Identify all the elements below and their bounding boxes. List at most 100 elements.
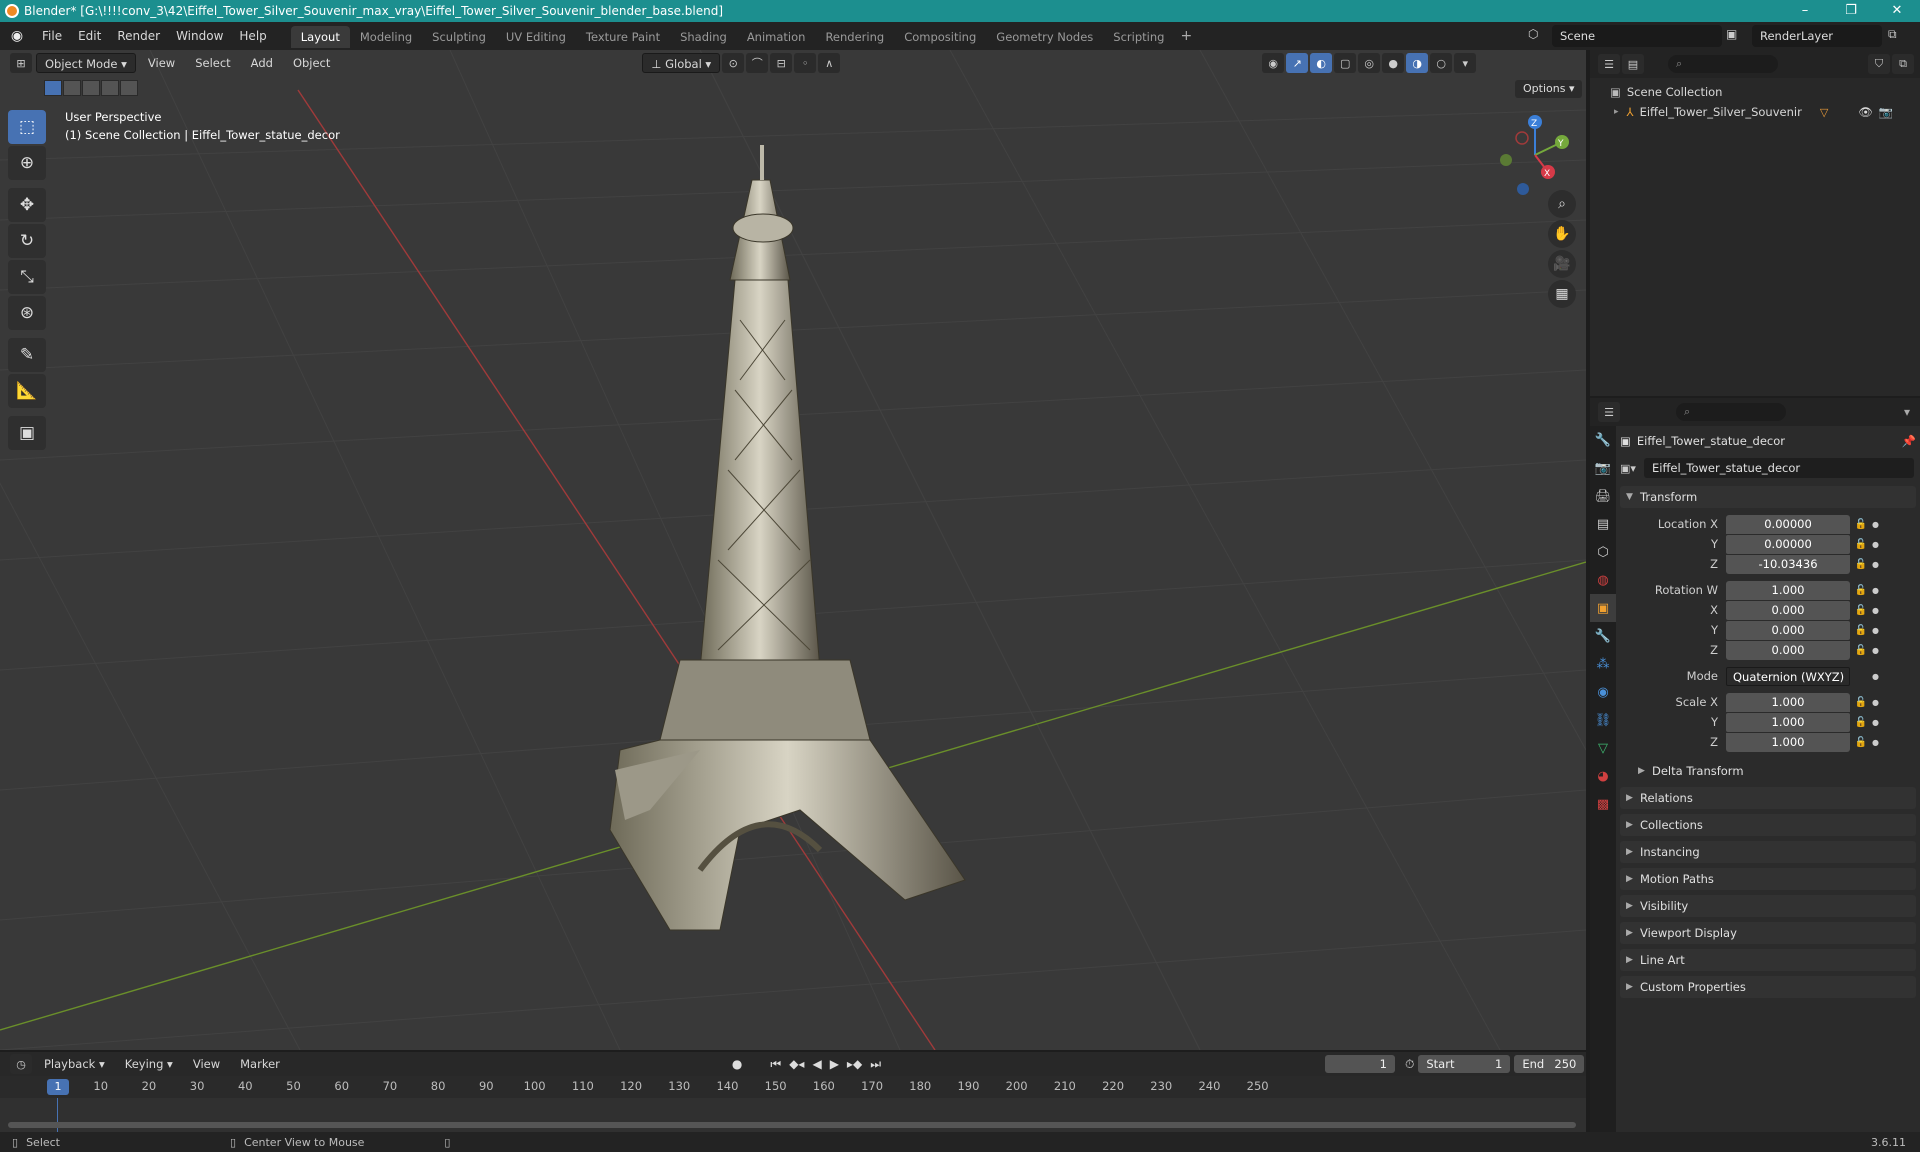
section-visibility[interactable]: ▶ Visibility	[1620, 895, 1916, 917]
menu-file[interactable]: File	[34, 22, 70, 50]
keyframe-dot-icon[interactable]: ●	[1872, 698, 1882, 707]
viewport-menu-select[interactable]: Select	[187, 53, 238, 73]
annotate-tool[interactable]: ✎	[8, 338, 46, 372]
select-new-icon[interactable]	[44, 80, 62, 96]
material-shading-icon[interactable]: ◑	[1406, 53, 1429, 73]
render-tab-icon[interactable]: 📷	[1590, 454, 1616, 482]
lock-icon[interactable]: 🔓	[1850, 605, 1872, 616]
view-layer-tab-icon[interactable]: ▤	[1590, 510, 1616, 538]
minimize-button[interactable]: –	[1782, 0, 1828, 22]
location-y-field[interactable]: 0.00000	[1726, 534, 1850, 554]
keyframe-dot-icon[interactable]: ●	[1872, 540, 1882, 549]
constraints-tab-icon[interactable]: ⛓	[1590, 706, 1616, 734]
properties-type-icon[interactable]: ☰	[1598, 402, 1620, 422]
tab-texture-paint[interactable]: Texture Paint	[576, 26, 670, 48]
eiffel-tower-model[interactable]	[609, 145, 966, 931]
tool-tab-icon[interactable]: 🔧	[1590, 426, 1616, 454]
tab-scripting[interactable]: Scripting	[1103, 26, 1174, 48]
current-frame-marker[interactable]: 1	[47, 1079, 69, 1095]
close-button[interactable]: ✕	[1874, 0, 1920, 22]
outliner-search-input[interactable]: ⌕	[1668, 55, 1778, 73]
render-layer-selector[interactable]: RenderLayer	[1752, 25, 1882, 47]
scene-icon[interactable]: ⬡	[1528, 27, 1538, 41]
play-reverse-icon[interactable]: ◀	[808, 1057, 825, 1071]
timeline-track[interactable]	[0, 1098, 1586, 1132]
tab-animation[interactable]: Animation	[737, 26, 816, 48]
world-tab-icon[interactable]: ◍	[1590, 566, 1616, 594]
delta-transform-header[interactable]: ▶ Delta Transform	[1620, 760, 1916, 782]
section-line-art[interactable]: ▶ Line Art	[1620, 949, 1916, 971]
scale-z-field[interactable]: 1.000	[1726, 732, 1850, 752]
physics-tab-icon[interactable]: ◉	[1590, 678, 1616, 706]
select-subtract-icon[interactable]	[82, 80, 100, 96]
pan-hand-icon[interactable]: ✋	[1548, 220, 1576, 248]
jump-end-icon[interactable]: ⏭	[866, 1057, 885, 1072]
location-z-field[interactable]: -10.03436	[1726, 554, 1850, 574]
rotate-tool[interactable]: ↻	[8, 224, 46, 258]
menu-window[interactable]: Window	[168, 22, 231, 50]
lock-icon[interactable]: 🔓	[1850, 519, 1872, 530]
rotation-x-field[interactable]: 0.000	[1726, 600, 1850, 620]
move-tool[interactable]: ✥	[8, 188, 46, 222]
section-instancing[interactable]: ▶ Instancing	[1620, 841, 1916, 863]
add-workspace-button[interactable]: +	[1174, 28, 1198, 44]
rotation-z-field[interactable]: 0.000	[1726, 640, 1850, 660]
lock-icon[interactable]: 🔓	[1850, 585, 1872, 596]
new-layer-icon[interactable]: ⧉	[1888, 27, 1897, 42]
keyframe-dot-icon[interactable]: ●	[1872, 520, 1882, 529]
prev-keyframe-icon[interactable]: ◆◂	[785, 1057, 808, 1071]
tab-sculpting[interactable]: Sculpting	[422, 26, 496, 48]
object-mode-dropdown[interactable]: Object Mode ▾	[36, 53, 136, 73]
timeline-type-icon[interactable]: ◷	[10, 1054, 32, 1074]
lock-icon[interactable]: 🔓	[1850, 697, 1872, 708]
end-frame-field[interactable]: End 250	[1514, 1055, 1585, 1073]
cursor-tool[interactable]: ⊕	[8, 146, 46, 180]
outliner-item[interactable]: ▸ ⅄ Eiffel_Tower_Silver_Souvenir ▽ 👁 📷	[1590, 102, 1920, 122]
lock-icon[interactable]: 🔓	[1850, 539, 1872, 550]
viewport-menu-object[interactable]: Object	[285, 53, 338, 73]
outliner-root[interactable]: ▣ Scene Collection	[1590, 82, 1920, 102]
select-box-tool[interactable]: ⬚	[8, 110, 46, 144]
blender-menu-icon[interactable]: ◉	[0, 28, 34, 44]
display-mode-icon[interactable]: ▤	[1622, 54, 1644, 74]
lock-icon[interactable]: 🔓	[1850, 625, 1872, 636]
timeline-menu-keying[interactable]: Keying ▾	[117, 1054, 181, 1074]
tab-uv-editing[interactable]: UV Editing	[496, 26, 576, 48]
select-extend-icon[interactable]	[63, 80, 81, 96]
timeline-menu-marker[interactable]: Marker	[232, 1054, 288, 1074]
camera-render-icon[interactable]: 📷	[1879, 105, 1893, 119]
keyframe-dot-icon[interactable]: ●	[1872, 586, 1882, 595]
expand-arrow-icon[interactable]: ▸	[1614, 107, 1619, 117]
lock-icon[interactable]: 🔓	[1850, 737, 1872, 748]
viewport-menu-view[interactable]: View	[140, 53, 183, 73]
keyframe-dot-icon[interactable]: ●	[1872, 626, 1882, 635]
pivot-point-icon[interactable]: ⊙	[722, 53, 745, 73]
gizmo-toggle-icon[interactable]: ↗	[1286, 53, 1309, 73]
data-tab-icon[interactable]: ▽	[1590, 734, 1616, 762]
rendered-shading-icon[interactable]: ○	[1430, 53, 1453, 73]
maximize-button[interactable]: ❐	[1828, 0, 1874, 22]
start-frame-field[interactable]: Start 1	[1418, 1055, 1511, 1073]
particles-tab-icon[interactable]: ⁂	[1590, 650, 1616, 678]
section-motion-paths[interactable]: ▶ Motion Paths	[1620, 868, 1916, 890]
tab-modeling[interactable]: Modeling	[350, 26, 422, 48]
keyframe-dot-icon[interactable]: ●	[1872, 560, 1882, 569]
keyframe-dot-icon[interactable]: ●	[1872, 738, 1882, 747]
tab-shading[interactable]: Shading	[670, 26, 737, 48]
record-icon[interactable]: ●	[728, 1057, 746, 1071]
scale-y-field[interactable]: 1.000	[1726, 712, 1850, 732]
next-keyframe-icon[interactable]: ▸◆	[843, 1057, 866, 1071]
ortho-grid-icon[interactable]: ▦	[1548, 280, 1576, 308]
snap-target-icon[interactable]: ⊟	[770, 53, 793, 73]
object-type-icon[interactable]: ▣▾	[1620, 462, 1644, 475]
xray-icon[interactable]: ▢	[1334, 53, 1357, 73]
timeline-scrollbar[interactable]	[8, 1122, 1576, 1128]
tab-compositing[interactable]: Compositing	[894, 26, 986, 48]
clock-icon[interactable]: ⏱	[1401, 1057, 1418, 1072]
tab-geometry-nodes[interactable]: Geometry Nodes	[986, 26, 1103, 48]
visibility-icon[interactable]: ◉	[1262, 53, 1285, 73]
new-collection-icon[interactable]: ⧉	[1892, 54, 1914, 74]
rotation-y-field[interactable]: 0.000	[1726, 620, 1850, 640]
zoom-icon[interactable]: ⌕	[1548, 190, 1576, 218]
menu-help[interactable]: Help	[231, 22, 274, 50]
